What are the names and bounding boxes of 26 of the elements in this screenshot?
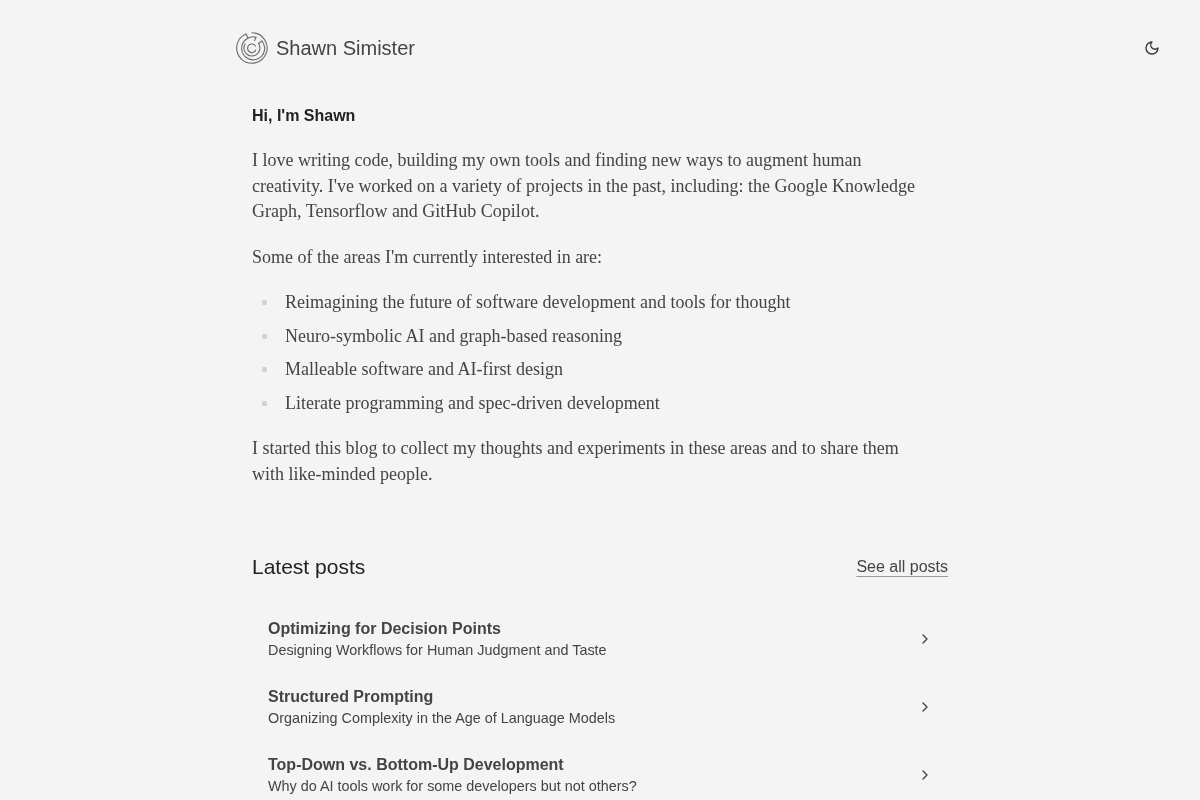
- list-item-text: Neuro-symbolic AI and graph-based reasoning: [285, 324, 622, 348]
- bullet-icon: [262, 300, 267, 306]
- post-subtitle: Why do AI tools work for some developers but not others?: [268, 777, 637, 796]
- post-title: Structured Prompting: [268, 687, 435, 707]
- paragraph: I started this blog to collect my thoughts and experiments in these areas and to share them with like-minded people.: [252, 437, 900, 486]
- paragraph: Some of the areas I'm currently interested in are:: [252, 245, 604, 269]
- post-title: Optimizing for Decision Points: [268, 619, 502, 639]
- paragraph: I love writing code, building my own tools and finding new ways to augment human creativity. I've worked on a variety of projects in the past, including: the Google Knowledge Graph, Tensorflow and GitHub Copilot.: [252, 149, 916, 223]
- intro-heading: Hi, I'm Shawn: [252, 106, 357, 126]
- post-link[interactable]: Optimizing for Decision Points Designing Workflows for Human Judgment and Taste: [252, 614, 948, 664]
- section-heading: Latest posts: [252, 554, 366, 580]
- bullet-icon: [262, 333, 267, 339]
- moon-icon: [1144, 40, 1160, 56]
- list-item-text: Malleable software and AI-first design: [285, 358, 563, 381]
- list-item-text: Literate programming and spec-driven development: [285, 391, 660, 415]
- post-title: Top-Down vs. Bottom-Up Development: [268, 755, 565, 775]
- bullet-icon: [262, 400, 267, 406]
- bullet-icon: [262, 367, 267, 373]
- post-link[interactable]: Top-Down vs. Bottom-Up Development Why do AI tools work for some developers but not others?: [252, 750, 948, 800]
- site-title[interactable]: Shawn Simister: [276, 36, 415, 60]
- list-item-text: Reimagining the future of software development and tools for thought: [285, 291, 791, 314]
- post-subtitle: Organizing Complexity in the Age of Language Models: [268, 709, 616, 728]
- maze-icon: [236, 32, 268, 64]
- see-all-posts-link[interactable]: See all posts: [856, 558, 948, 576]
- post-link[interactable]: Structured Prompting Organizing Complexity in the Age of Language Models: [252, 682, 948, 732]
- post-subtitle: Designing Workflows for Human Judgment and Taste: [268, 641, 607, 660]
